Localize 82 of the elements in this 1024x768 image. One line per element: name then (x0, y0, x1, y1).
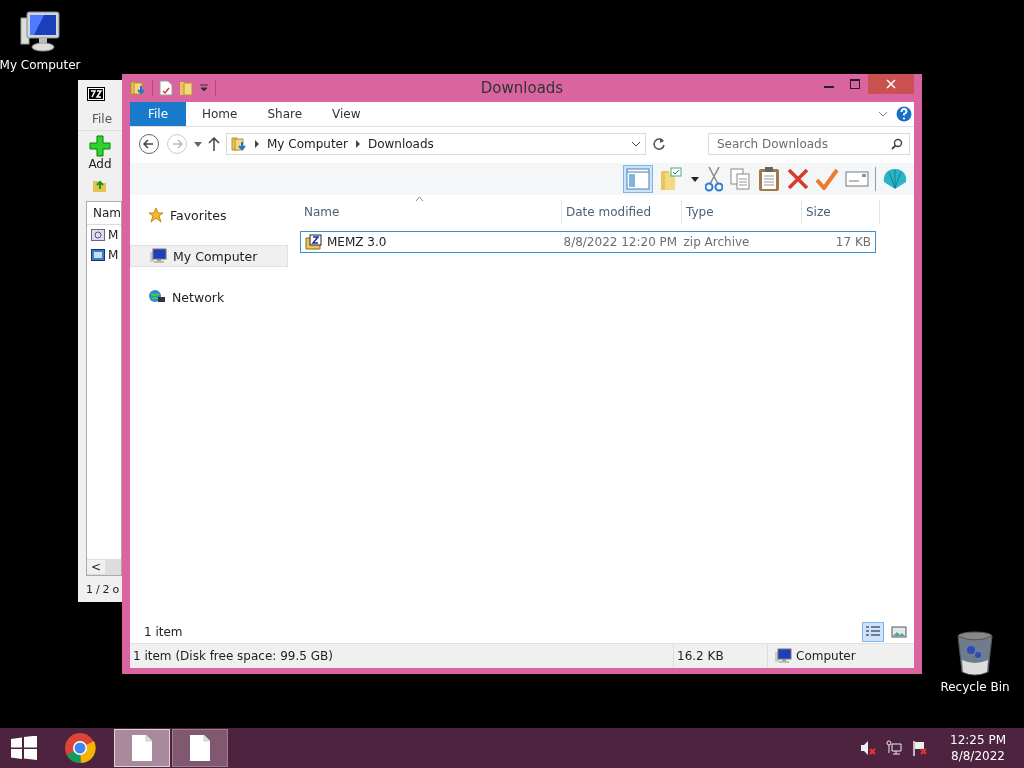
network-icon (148, 289, 166, 305)
navigation-item[interactable]: Favorites (130, 205, 288, 225)
status-text: Computer (796, 649, 856, 663)
file-type: zip Archive (682, 235, 751, 249)
delete-icon[interactable] (787, 168, 809, 190)
column-header[interactable]: Name (300, 200, 562, 224)
column-header[interactable]: Size (802, 200, 880, 224)
flag-icon[interactable] (912, 740, 928, 756)
menu-item[interactable]: File (92, 112, 113, 126)
list-icon (865, 625, 881, 639)
computer-icon (17, 10, 63, 54)
folder-checklist-icon[interactable] (659, 166, 685, 192)
close-icon (886, 79, 896, 89)
star-icon (148, 207, 164, 223)
file-name[interactable]: M (108, 248, 119, 262)
dropdown-icon[interactable] (691, 176, 699, 182)
plus-icon[interactable] (89, 135, 111, 157)
ribbon-tab[interactable]: File (130, 102, 186, 126)
status-text: 1 item (Disk free space: 99.5 GB) (132, 648, 334, 665)
chevron-right-icon[interactable] (254, 140, 260, 148)
add-label[interactable]: Add (88, 157, 112, 171)
computer-icon (149, 248, 167, 264)
browser-logo-icon (64, 732, 96, 764)
back-button[interactable] (138, 133, 160, 155)
scroll-left-button[interactable]: < (87, 560, 105, 574)
windows-logo-icon (10, 736, 38, 760)
breadcrumb[interactable]: Downloads (367, 137, 434, 151)
maximize-icon (850, 79, 860, 89)
help-icon[interactable] (896, 106, 912, 122)
muted-speaker-icon[interactable] (860, 740, 876, 756)
chevron-right-icon[interactable] (354, 140, 361, 148)
computer-icon (774, 648, 792, 664)
properties-icon[interactable] (159, 80, 173, 96)
navigation-item[interactable]: My Computer (130, 245, 288, 267)
details-view-button[interactable] (862, 622, 884, 642)
file-row[interactable]: MEMZ 3.0 8/8/2022 12:20 PM zip Archive 17 KB (300, 231, 876, 253)
minimize-icon (824, 86, 834, 88)
recycle-bin-icon (956, 630, 994, 676)
clipboard-icon[interactable] (757, 166, 781, 192)
column-header[interactable]: Type (682, 200, 802, 224)
status-text: 16.2 KB (673, 644, 767, 668)
column-header[interactable]: Date modified (562, 200, 682, 224)
recent-locations-icon[interactable] (194, 141, 202, 147)
ribbon-tab[interactable]: View (318, 102, 375, 126)
file-name[interactable]: M (108, 228, 119, 242)
dropdown-icon[interactable] (631, 141, 641, 147)
settings-file-icon (91, 229, 105, 241)
file-name: MEMZ 3.0 (327, 235, 387, 249)
window-title: Downloads (480, 79, 564, 97)
folder-download-icon (231, 136, 247, 152)
folder-download-icon (130, 80, 146, 96)
zip-folder-icon (305, 234, 322, 250)
window-file-icon (91, 249, 105, 261)
ribbon-tab[interactable]: Home (188, 102, 252, 126)
desktop-icon-label[interactable]: My Computer (0, 58, 81, 72)
date-modified: 8/8/2022 12:20 PM (562, 235, 679, 249)
clock-date[interactable]: 8/8/2022 (951, 749, 1005, 763)
column-header[interactable]: Nam (93, 206, 122, 220)
up-arrow-icon[interactable] (208, 137, 220, 151)
shell-icon[interactable] (882, 167, 908, 191)
address-bar[interactable]: My Computer Downloads (226, 133, 646, 155)
status-text: 1 / 2 o (86, 582, 119, 596)
expand-ribbon-icon[interactable] (878, 111, 888, 117)
search-field[interactable]: Search Downloads (708, 133, 910, 155)
item-count: 1 item (144, 625, 183, 639)
checkmark-icon[interactable] (815, 168, 839, 190)
file-size: 17 KB (834, 235, 872, 249)
clock-time[interactable]: 12:25 PM (950, 733, 1006, 747)
desktop-icon-label[interactable]: Recycle Bin (940, 680, 1010, 694)
document-icon (131, 734, 153, 762)
document-button[interactable] (172, 729, 228, 767)
network-icon[interactable] (886, 740, 902, 756)
navigation-item[interactable]: Network (130, 287, 288, 307)
envelope-icon[interactable] (845, 170, 869, 188)
ribbon-tab[interactable]: Share (253, 102, 317, 126)
image-icon (891, 625, 907, 639)
scissors-icon[interactable] (705, 166, 723, 192)
archive-logo-icon (87, 87, 105, 101)
refresh-icon[interactable] (652, 137, 666, 151)
document-icon (189, 734, 211, 762)
search-icon[interactable] (891, 138, 903, 150)
breadcrumb[interactable]: My Computer (267, 137, 348, 151)
